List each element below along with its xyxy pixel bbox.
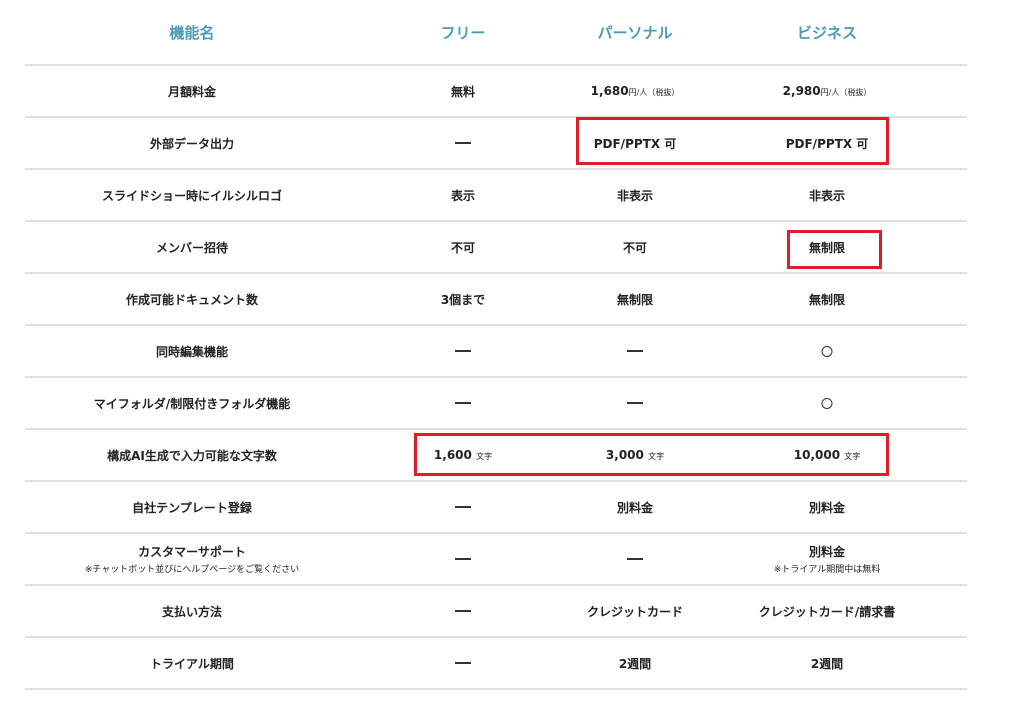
business-value: 2,980円/人（税抜）	[783, 66, 872, 116]
table-header: 機能名 フリー パーソナル ビジネス	[0, 0, 1024, 66]
personal-value	[627, 378, 643, 428]
personal-value	[627, 326, 643, 376]
feature-name: メンバー招待	[155, 240, 229, 255]
business-label: 別料金	[808, 545, 846, 559]
table-row: トライアル期間 2週間 2週間	[25, 638, 967, 690]
business-value: 別料金 ※トライアル期間中は無料	[774, 534, 880, 584]
dash-icon	[455, 558, 471, 560]
personal-value: 1,680円/人（税抜）	[591, 66, 680, 116]
table-row: スライドショー時にイルシルロゴ 表示 非表示 非表示	[25, 170, 967, 222]
column-header-feature: 機能名	[169, 24, 215, 42]
feature-name: 月額料金	[167, 84, 217, 99]
table-row: 月額料金 無料 1,680円/人（税抜） 2,980円/人（税抜）	[25, 66, 967, 118]
dash-icon	[455, 402, 471, 404]
free-value: 3個まで	[440, 292, 486, 307]
column-header-personal: パーソナル	[597, 24, 673, 42]
price-amount: 1,680	[590, 84, 629, 98]
feature-name: 同時編集機能	[155, 344, 229, 359]
price-amount: 2,980	[782, 84, 821, 98]
feature-label: カスタマーサポート	[138, 545, 246, 559]
free-value	[455, 326, 471, 376]
personal-value: 非表示	[616, 188, 654, 203]
free-value	[455, 118, 471, 168]
available-circle-icon	[821, 345, 833, 357]
personal-value: 無制限	[616, 292, 654, 307]
price-unit: 円/人（税抜）	[628, 88, 680, 97]
personal-value: クレジットカード	[586, 604, 684, 619]
free-value: 無料	[450, 84, 476, 99]
table-row: カスタマーサポート ※チャットボット並びにヘルプページをご覧ください 別料金 ※…	[25, 534, 967, 586]
feature-name: 自社テンプレート登録	[132, 500, 252, 515]
feature-name: 支払い方法	[161, 604, 223, 619]
column-header-business: ビジネス	[796, 24, 858, 42]
feature-name: マイフォルダ/制限付きフォルダ機能	[93, 396, 291, 411]
business-note: ※トライアル期間中は無料	[773, 565, 881, 575]
price-unit: 円/人（税抜）	[820, 88, 872, 97]
dash-icon	[455, 350, 471, 352]
table-row: 支払い方法 クレジットカード クレジットカード/請求書	[25, 586, 967, 638]
personal-value	[627, 534, 643, 584]
dash-icon	[455, 506, 471, 508]
table-row: 同時編集機能	[25, 326, 967, 378]
available-circle-icon	[821, 397, 833, 409]
column-header-free: フリー	[440, 24, 486, 42]
table-row: 自社テンプレート登録 別料金 別料金	[25, 482, 967, 534]
business-value: 無制限	[808, 292, 846, 307]
free-value	[455, 482, 471, 532]
table-row: 作成可能ドキュメント数 3個まで 無制限 無制限	[25, 274, 967, 326]
feature-note: ※チャットボット並びにヘルプページをご覧ください	[84, 565, 300, 575]
personal-value: 別料金	[616, 500, 654, 515]
business-value	[821, 378, 833, 428]
table-row: マイフォルダ/制限付きフォルダ機能	[25, 378, 967, 430]
free-value	[455, 586, 471, 636]
free-value	[455, 638, 471, 688]
business-value: 別料金	[808, 500, 846, 515]
business-value	[821, 326, 833, 376]
dash-icon	[627, 402, 643, 404]
feature-name: 作成可能ドキュメント数	[125, 292, 259, 307]
dash-icon	[455, 662, 471, 664]
highlight-box-char-count	[414, 433, 889, 476]
business-value: クレジットカード/請求書	[758, 604, 896, 619]
personal-value: 不可	[622, 240, 648, 255]
dash-icon	[455, 610, 471, 612]
feature-name: 構成AI生成で入力可能な文字数	[107, 448, 277, 463]
feature-name: トライアル期間	[150, 656, 234, 671]
highlight-box-export	[576, 117, 889, 165]
feature-name: カスタマーサポート ※チャットボット並びにヘルプページをご覧ください	[85, 534, 299, 584]
business-value: 非表示	[808, 188, 846, 203]
highlight-box-member-invite	[787, 230, 882, 269]
free-value	[455, 378, 471, 428]
personal-value: 2週間	[618, 656, 652, 671]
business-value: 2週間	[810, 656, 844, 671]
feature-name: 外部データ出力	[149, 136, 235, 151]
free-value: 不可	[450, 240, 476, 255]
dash-icon	[627, 558, 643, 560]
dash-icon	[627, 350, 643, 352]
free-value: 表示	[450, 188, 476, 203]
feature-name: スライドショー時にイルシルロゴ	[101, 188, 283, 203]
free-value	[455, 534, 471, 584]
dash-icon	[455, 142, 471, 144]
